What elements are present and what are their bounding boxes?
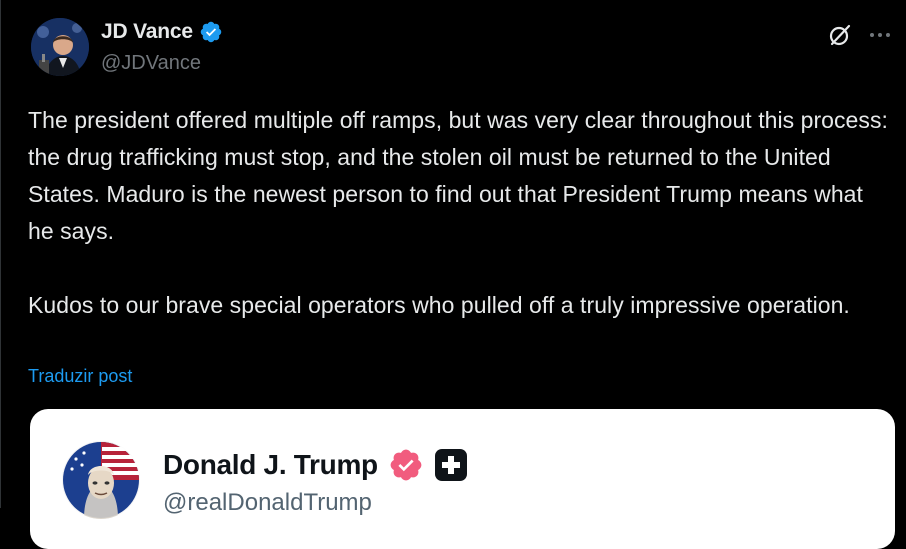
quoted-author-display-name[interactable]: Donald J. Trump — [163, 449, 378, 481]
author-handle[interactable]: @JDVance — [101, 52, 201, 75]
post-body-text: The president offered multiple off ramps… — [28, 107, 888, 318]
quoted-author-avatar[interactable] — [62, 441, 140, 519]
grok-icon[interactable] — [827, 22, 853, 48]
affiliate-badge-icon[interactable] — [434, 448, 468, 482]
author-display-name[interactable]: JD Vance — [101, 20, 193, 44]
avatar-image — [31, 18, 89, 76]
quoted-author-handle[interactable]: @realDonaldTrump — [163, 489, 372, 517]
post-article[interactable]: JD Vance @JDVance The president offered … — [0, 0, 906, 549]
translate-post-link[interactable]: Traduzir post — [28, 366, 132, 387]
author-avatar[interactable] — [31, 18, 89, 76]
quoted-avatar-image — [62, 441, 140, 519]
author-name-row: JD Vance — [101, 20, 223, 44]
gold-verified-badge-icon[interactable] — [388, 447, 424, 483]
quoted-post-card[interactable]: Donald J. Trump @realDonaldTrump — [30, 409, 895, 549]
quoted-author-name-row: Donald J. Trump — [163, 447, 468, 483]
verified-badge-icon[interactable] — [199, 20, 223, 44]
more-options-icon[interactable] — [867, 22, 893, 48]
